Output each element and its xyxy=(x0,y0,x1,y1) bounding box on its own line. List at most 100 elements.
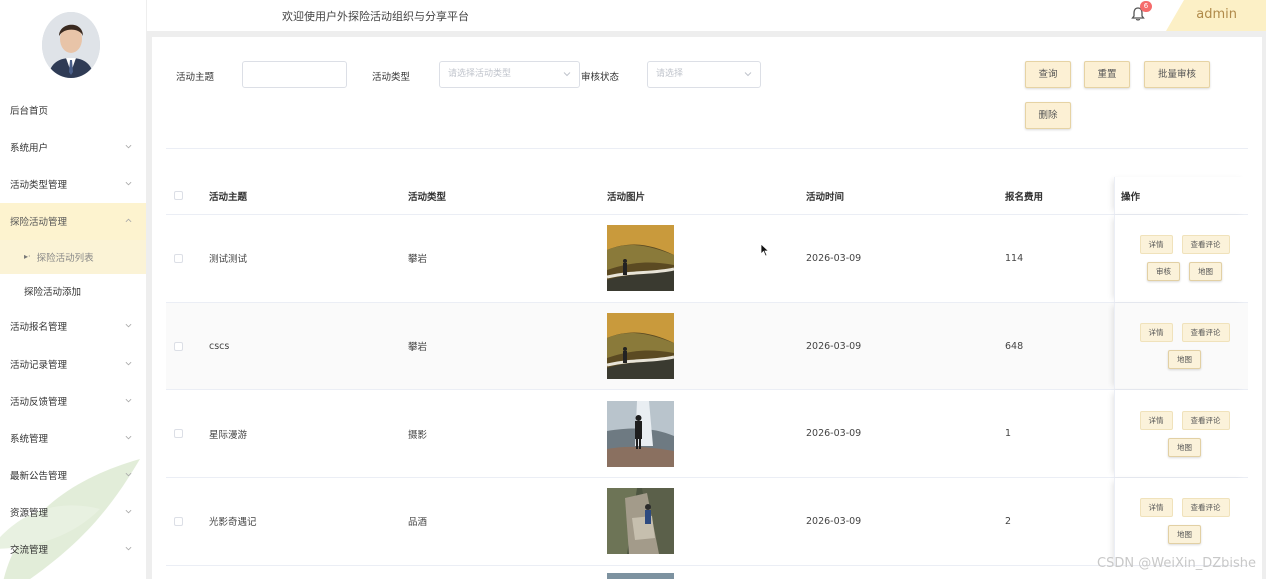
sidebar-subitem-label: 探险活动添加 xyxy=(24,286,82,298)
sidebar-subitem-activity-list[interactable]: ▸· 探险活动列表 xyxy=(0,239,146,274)
sidebar-item-announcements[interactable]: 最新公告管理 xyxy=(0,457,146,494)
table-row[interactable]: 测试测试 攀岩 2026-03-09 114 详情 查看评论 审核 地图 xyxy=(166,215,1248,303)
select-all-checkbox[interactable] xyxy=(174,191,183,200)
sidebar-item-registrations[interactable]: 活动报名管理 xyxy=(0,308,146,345)
sidebar-item-home[interactable]: 后台首页 xyxy=(0,91,146,128)
row-checkbox[interactable] xyxy=(174,429,183,439)
cell-fee: 2 xyxy=(1005,515,1012,527)
sidebar-subitem-activity-add[interactable]: 探险活动添加 xyxy=(0,274,146,308)
delete-button[interactable]: 删除 xyxy=(1025,102,1071,129)
cell-ops: 详情 查看评论 地图 xyxy=(1114,390,1248,478)
view-comments-button[interactable]: 查看评论 xyxy=(1181,235,1230,255)
batch-review-button[interactable]: 批量审核 xyxy=(1144,61,1210,88)
view-comments-button[interactable]: 查看评论 xyxy=(1181,323,1230,343)
filter-divider xyxy=(166,148,1248,149)
sidebar-item-label: 后台首页 xyxy=(10,105,49,117)
sidebar-item-communication[interactable]: 交流管理 xyxy=(0,531,146,568)
activity-thumbnail[interactable] xyxy=(607,313,674,380)
chevron-up-icon xyxy=(125,218,132,223)
activity-table: 活动主题 活动类型 活动图片 活动时间 报名费用 操作 测试测试 攀岩 2026… xyxy=(166,177,1248,566)
sidebar-item-system-users[interactable]: 系统用户 xyxy=(0,128,146,165)
header-ops-label: 操作 xyxy=(1121,191,1141,203)
sidebar-item-adventure-activities[interactable]: 探险活动管理 xyxy=(0,202,146,240)
user-menu[interactable]: admin xyxy=(1166,0,1266,31)
sidebar-item-label: 活动反馈管理 xyxy=(10,396,68,408)
cell-type: 品酒 xyxy=(408,517,428,529)
status-select[interactable]: 请选择 xyxy=(647,61,761,88)
row-check-cell xyxy=(166,341,209,351)
detail-button[interactable]: 详情 xyxy=(1139,323,1173,343)
cell-fee: 114 xyxy=(1005,252,1024,264)
select-all-cell xyxy=(166,191,209,200)
cell-title: 星际漫游 xyxy=(209,429,248,441)
type-select[interactable]: 请选择活动类型 xyxy=(439,61,580,88)
sidebar-menu: 后台首页 系统用户 活动类型管理 探险活动管理 ▸· 探险活动列表 探险活动添加 … xyxy=(0,91,146,568)
sidebar-item-label: 活动类型管理 xyxy=(10,179,68,191)
avatar[interactable] xyxy=(42,12,100,78)
activity-thumbnail[interactable] xyxy=(607,488,674,555)
type-select-placeholder: 请选择活动类型 xyxy=(448,69,512,79)
activity-thumbnail[interactable] xyxy=(607,225,674,292)
sidebar-item-feedback[interactable]: 活动反馈管理 xyxy=(0,382,146,419)
type-label: 活动类型 xyxy=(372,72,411,83)
next-row-thumbnail xyxy=(607,573,674,579)
cell-type: 攀岩 xyxy=(408,342,428,354)
view-comments-button[interactable]: 查看评论 xyxy=(1181,498,1230,518)
map-button[interactable]: 地图 xyxy=(1189,262,1222,282)
row-check-cell xyxy=(166,516,209,526)
detail-button[interactable]: 详情 xyxy=(1139,235,1173,255)
reset-button[interactable]: 重置 xyxy=(1084,61,1130,88)
sidebar-item-records[interactable]: 活动记录管理 xyxy=(0,345,146,382)
chevron-down-icon xyxy=(125,510,132,514)
sidebar-item-system[interactable]: 系统管理 xyxy=(0,419,146,456)
mouse-cursor-icon xyxy=(760,243,770,257)
cell-time: 2026-03-09 xyxy=(806,340,862,352)
cell-image xyxy=(607,225,806,292)
review-button[interactable]: 审核 xyxy=(1147,262,1180,282)
sidebar-item-resources[interactable]: 资源管理 xyxy=(0,494,146,531)
watermark: CSDN @WeiXin_DZbishe xyxy=(1097,556,1256,571)
cell-time: 2026-03-09 xyxy=(806,252,862,264)
cell-type: 攀岩 xyxy=(408,254,428,266)
filter-bar: 活动主题 活动类型 请选择活动类型 审核状态 请选择 查询 重置 批量审核 删除 xyxy=(152,37,1262,149)
row-checkbox[interactable] xyxy=(174,253,183,263)
row-checkbox[interactable] xyxy=(174,341,183,351)
cell-time: 2026-03-09 xyxy=(806,428,862,440)
query-button[interactable]: 查询 xyxy=(1025,61,1071,88)
header-ops: 操作 xyxy=(1114,177,1248,214)
table-row[interactable]: cscs 攀岩 2026-03-09 648 详情 查看评论 地图 xyxy=(166,302,1248,391)
cell-ops: 详情 查看评论 审核 地图 xyxy=(1114,215,1248,302)
notification-badge: 6 xyxy=(1140,1,1152,12)
cell-image xyxy=(607,400,806,467)
table-header: 活动主题 活动类型 活动图片 活动时间 报名费用 操作 xyxy=(166,177,1248,215)
map-button[interactable]: 地图 xyxy=(1168,525,1201,545)
main-panel: 活动主题 活动类型 请选择活动类型 审核状态 请选择 查询 重置 批量审核 删除… xyxy=(152,37,1262,579)
topic-input[interactable] xyxy=(242,61,347,88)
row-check-cell xyxy=(166,253,209,263)
table-row[interactable]: 星际漫游 摄影 2026-03-09 1 详情 查看评论 地图 xyxy=(166,390,1248,479)
detail-button[interactable]: 详情 xyxy=(1139,410,1173,430)
sidebar-item-label: 交流管理 xyxy=(10,545,49,557)
cell-title: 测试测试 xyxy=(209,254,248,266)
activity-thumbnail[interactable] xyxy=(607,400,674,467)
sidebar-item-label: 活动报名管理 xyxy=(10,322,68,334)
cell-image xyxy=(607,313,806,380)
sidebar-item-label: 系统用户 xyxy=(10,142,49,154)
sidebar-item-activity-types[interactable]: 活动类型管理 xyxy=(0,165,146,202)
cell-ops: 详情 查看评论 地图 xyxy=(1114,302,1248,390)
header-time[interactable]: 活动时间 xyxy=(806,189,1005,203)
chevron-down-icon xyxy=(563,72,571,77)
map-button[interactable]: 地图 xyxy=(1168,350,1201,370)
detail-button[interactable]: 详情 xyxy=(1139,498,1173,518)
row-check-cell xyxy=(166,429,209,439)
row-checkbox[interactable] xyxy=(174,516,183,526)
table-row[interactable]: 光影奇遇记 品酒 2026-03-09 2 详情 查看评论 地图 xyxy=(166,478,1248,566)
header-fee[interactable]: 报名费用 xyxy=(1005,189,1115,203)
view-comments-button[interactable]: 查看评论 xyxy=(1181,410,1230,430)
sidebar-item-label: 探险活动管理 xyxy=(10,217,68,229)
status-select-placeholder: 请选择 xyxy=(656,69,684,79)
header-title[interactable]: 活动主题 xyxy=(209,189,408,203)
header-type[interactable]: 活动类型 xyxy=(408,189,607,203)
map-button[interactable]: 地图 xyxy=(1168,437,1201,457)
chevron-down-icon xyxy=(125,181,132,186)
